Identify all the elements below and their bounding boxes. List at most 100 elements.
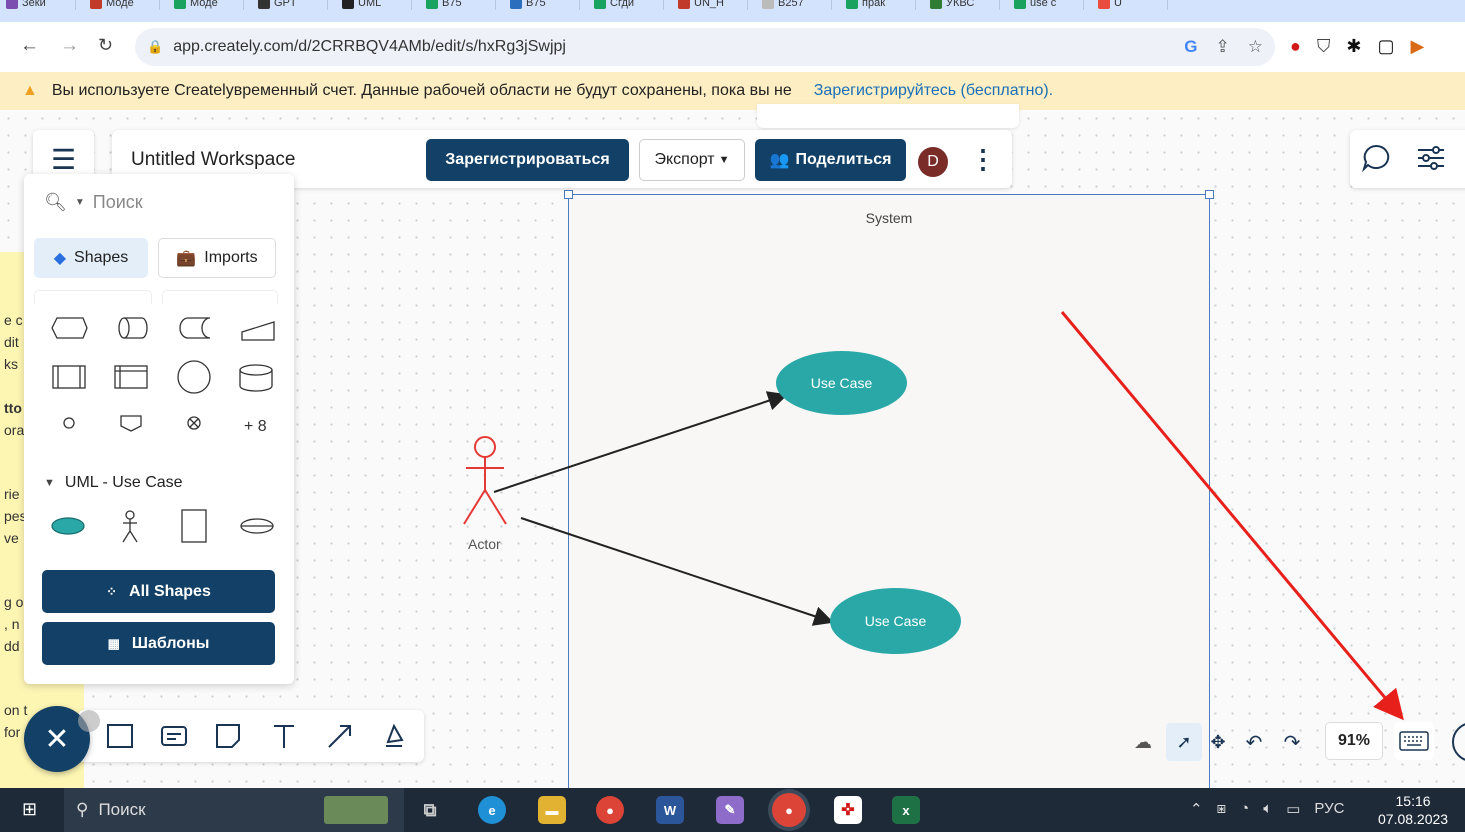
chevron-down-icon: ▼ xyxy=(718,154,730,166)
avatar[interactable]: D xyxy=(918,147,948,177)
shape-stored-data[interactable] xyxy=(179,317,211,339)
tray-device-icon[interactable]: ⧆ xyxy=(1217,800,1227,818)
actor-label: Actor xyxy=(468,536,501,552)
shapes-panel: 🔍︎ ▼ Поиск ◆ Shapes 💼 Imports + 8 ▼ UML … xyxy=(24,174,294,684)
shape-circle[interactable] xyxy=(177,360,211,394)
grid-dots-icon: ⁘ xyxy=(106,583,118,599)
rectangle-tool-icon[interactable] xyxy=(104,720,136,752)
pan-move-icon[interactable]: ✥ xyxy=(1202,732,1234,753)
more-shapes-count[interactable]: + 8 xyxy=(244,418,267,436)
windows-taskbar: ⊞ ⚲ Поиск ⧉ e ▬ ● W ✎ ● ✜ x ⌃ ⧆ ◔ 🔈︎ ▭ Р… xyxy=(0,788,1465,832)
chrome-active-icon[interactable]: ● xyxy=(772,793,806,827)
uml-section-header[interactable]: ▼ UML - Use Case xyxy=(44,474,183,492)
volume-icon[interactable]: 🔈︎ xyxy=(1263,800,1272,818)
canvas-tools: ☁ ➚ ✥ ↶ ↷ xyxy=(1120,722,1310,762)
uml-actor-shape[interactable] xyxy=(122,510,138,543)
shape-cylinder-horizontal[interactable] xyxy=(118,317,148,339)
search-icon: ⚲ xyxy=(76,800,89,819)
edge-icon[interactable]: e xyxy=(478,796,506,824)
undo-icon[interactable]: ↶ xyxy=(1234,730,1274,755)
search-placeholder: Поиск xyxy=(92,192,143,212)
clock-time: 15:16 xyxy=(1395,793,1431,809)
uml-extension-point-shape[interactable] xyxy=(240,518,274,534)
feather-app-icon[interactable]: ✎ xyxy=(716,796,744,824)
templates-label: Шаблоны xyxy=(131,634,210,652)
export-button[interactable]: Экспорт ▼ xyxy=(639,139,745,181)
right-toolbar xyxy=(1350,130,1465,188)
text-card-tool-icon[interactable] xyxy=(158,720,190,752)
briefcase-icon: 💼 xyxy=(176,250,197,267)
association-line-1[interactable] xyxy=(493,391,788,493)
tab-shapes[interactable]: ◆ Shapes xyxy=(34,238,148,278)
uml-section-title: UML - Use Case xyxy=(64,474,183,491)
cloud-sync-icon[interactable]: ☁ xyxy=(1120,732,1166,753)
windows-start-icon[interactable]: ⊞ xyxy=(22,799,37,820)
tray-chevron-icon[interactable]: ⌃ xyxy=(1190,800,1203,818)
file-explorer-icon[interactable]: ▬ xyxy=(538,796,566,824)
chrome-icon[interactable]: ● xyxy=(596,796,624,824)
shape-search[interactable]: 🔍︎ ▼ Поиск xyxy=(44,192,143,213)
shape-off-page-connector[interactable] xyxy=(120,415,142,432)
workspace-title[interactable]: Untitled Workspace xyxy=(131,149,295,171)
task-view-icon[interactable]: ⧉ xyxy=(416,796,444,824)
caret-down-icon: ▼ xyxy=(74,197,85,208)
search-highlight-image xyxy=(324,796,388,824)
system-tray: ⌃ ⧆ ◔ 🔈︎ ▭ РУС xyxy=(1190,800,1344,818)
all-shapes-button[interactable]: ⁘ All Shapes xyxy=(42,570,275,613)
templates-button[interactable]: ▦ Шаблоны xyxy=(42,622,275,665)
wifi-icon[interactable]: ◔ xyxy=(1240,800,1249,818)
word-icon[interactable]: W xyxy=(656,796,684,824)
shape-internal-storage[interactable] xyxy=(114,365,148,389)
battery-icon[interactable]: ▭ xyxy=(1286,800,1300,818)
tab-shapes-label: Shapes xyxy=(74,249,129,266)
cursor-indicator xyxy=(78,710,100,732)
clock[interactable]: 15:16 07.08.2023 xyxy=(1378,792,1448,828)
annotation-arrow xyxy=(1060,311,1404,721)
search-icon: 🔍︎ xyxy=(44,192,67,212)
taskbar-search[interactable]: ⚲ Поиск xyxy=(64,788,404,832)
shape-small-circle[interactable] xyxy=(63,417,75,429)
uml-system-boundary-shape[interactable] xyxy=(181,509,207,543)
excel-icon[interactable]: x xyxy=(892,796,920,824)
text-tool-icon[interactable] xyxy=(268,720,300,752)
settings-sliders-icon[interactable] xyxy=(1416,144,1446,172)
actor-figure[interactable] xyxy=(463,436,507,525)
shape-hexagon[interactable] xyxy=(51,317,88,339)
language-indicator[interactable]: РУС xyxy=(1314,800,1344,818)
diamond-icon: ◆ xyxy=(53,250,67,267)
shape-manual-input[interactable] xyxy=(241,321,275,341)
tab-imports[interactable]: 💼 Imports xyxy=(158,238,276,278)
keyboard-shortcuts-button[interactable] xyxy=(1394,722,1434,760)
more-options-icon[interactable]: ⋮ xyxy=(970,144,996,175)
template-icon: ▦ xyxy=(107,635,120,651)
connector-tool-icon[interactable] xyxy=(324,720,356,752)
tab-partial xyxy=(162,290,278,304)
close-icon: ✕ xyxy=(44,722,70,756)
pen-tool-icon[interactable] xyxy=(378,720,410,752)
select-pointer-icon[interactable]: ➚ xyxy=(1166,723,1202,761)
shape-database[interactable] xyxy=(239,364,273,392)
uml-shape-grid xyxy=(51,509,274,543)
tab-imports-label: Imports xyxy=(204,249,258,266)
use-case-1[interactable]: Use Case xyxy=(776,351,907,415)
users-icon: 👥 xyxy=(769,152,790,169)
keyboard-icon xyxy=(1399,731,1429,751)
snip-tool-icon[interactable]: ✜ xyxy=(834,796,862,824)
association-line-2[interactable] xyxy=(520,517,834,626)
comment-icon[interactable] xyxy=(1360,142,1392,174)
register-button[interactable]: Зарегистрироваться xyxy=(426,139,629,181)
uml-use-case-shape[interactable] xyxy=(51,517,85,535)
share-button[interactable]: 👥 Поделиться xyxy=(755,139,906,181)
shape-predefined-process[interactable] xyxy=(52,365,86,389)
sticky-note-tool-icon[interactable] xyxy=(212,720,244,752)
collapse-caret-icon: ▼ xyxy=(44,477,55,489)
shape-summing-junction[interactable] xyxy=(187,416,201,430)
zoom-level[interactable]: 91% xyxy=(1325,722,1383,760)
taskbar-search-label: Поиск xyxy=(98,800,146,819)
use-case-2[interactable]: Use Case xyxy=(830,588,961,654)
tab-partial xyxy=(34,290,152,304)
clock-date: 07.08.2023 xyxy=(1378,811,1449,827)
share-label: Поделиться xyxy=(795,151,892,168)
redo-icon[interactable]: ↷ xyxy=(1274,730,1310,755)
export-label: Экспорт xyxy=(654,151,715,168)
